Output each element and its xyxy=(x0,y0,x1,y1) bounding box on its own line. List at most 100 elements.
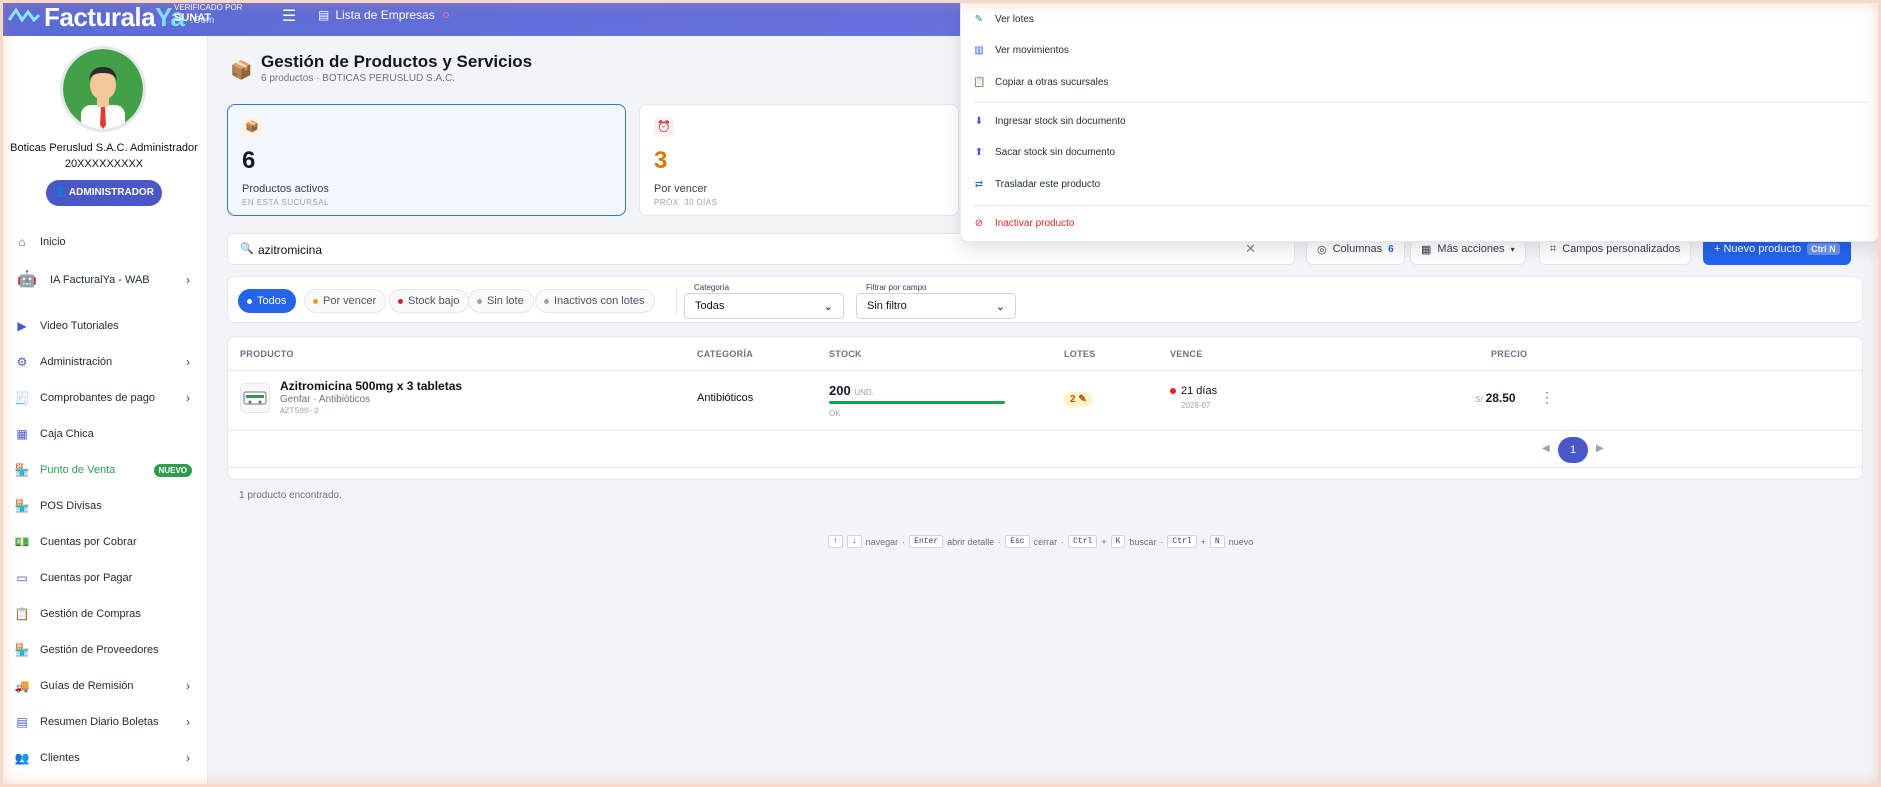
stat-card-active-products[interactable]: 📦 6 Productos activos EN ESTA SUCURSAL xyxy=(227,104,626,216)
menu-item-inactivar[interactable]: ⊘ Inactivar producto xyxy=(973,213,1075,233)
kbd-key: Esc xyxy=(1005,535,1030,548)
sidebar-item-inicio[interactable]: ⌂ Inicio xyxy=(0,224,207,260)
menu-item-label: Ver movimientos xyxy=(995,44,1069,56)
administrator-button[interactable]: 👤 ADMINISTRADOR xyxy=(46,180,162,206)
stat-sublabel: EN ESTA SUCURSAL xyxy=(242,198,329,207)
product-sku: AZT500-3 xyxy=(280,407,319,416)
administrator-label: ADMINISTRADOR xyxy=(68,187,154,198)
menu-item-copiar-sucursales[interactable]: 📋 Copiar a otras sucursales xyxy=(973,72,1108,92)
column-header-precio[interactable]: PRECIO xyxy=(1491,349,1527,359)
column-header-stock[interactable]: STOCK xyxy=(829,349,862,359)
sidebar-item-gestion-proveedores[interactable]: 🏪 Gestión de Proveedores xyxy=(0,632,207,668)
empresas-label: Lista de Empresas xyxy=(335,8,435,22)
sidebar-item-label: Cuentas por Cobrar xyxy=(40,536,137,548)
search-input[interactable] xyxy=(258,240,1238,260)
inbox-out-icon: ⬆ xyxy=(974,146,984,158)
logo-main: Facturala xyxy=(44,1,156,32)
row-actions-kebab-icon[interactable]: ⋮ xyxy=(1540,389,1554,406)
filter-chip-por-vencer[interactable]: Por vencer xyxy=(304,289,387,313)
shortcut-label: abrir detalle xyxy=(947,536,995,547)
empresas-link[interactable]: ▤ Lista de Empresas xyxy=(318,8,449,22)
pagination-next-icon[interactable]: ▶ xyxy=(1596,443,1604,454)
pagination-page[interactable]: 1 xyxy=(1558,437,1588,463)
users-icon: 👥 xyxy=(14,751,30,765)
pencil-icon: ✎ xyxy=(974,13,984,25)
filter-chip-sin-lote[interactable]: Sin lote xyxy=(468,289,534,313)
filter-chip-stock-bajo[interactable]: Stock bajo xyxy=(389,289,470,313)
sidebar-item-pos-divisas[interactable]: 🏪 POS Divisas xyxy=(0,488,207,524)
menu-item-ingresar-stock[interactable]: ⬇ Ingresar stock sin documento xyxy=(973,111,1126,131)
card-icon: ▭ xyxy=(16,571,28,585)
sidebar-item-video-tutoriales[interactable]: ▶ Video Tutoriales xyxy=(0,308,207,344)
pagination-prev-icon[interactable]: ◀ xyxy=(1542,443,1550,454)
avatar-illustration xyxy=(63,49,143,129)
page-title: Gestión de Productos y Servicios xyxy=(261,52,533,71)
robot-icon: 🤖 xyxy=(17,271,37,288)
stat-label: Productos activos xyxy=(242,183,329,195)
shortcut-label: cerrar xyxy=(1033,536,1058,547)
sidebar-item-clientes[interactable]: 👥 Clientes › xyxy=(0,740,207,776)
sidebar-item-caja-chica[interactable]: ▦ Caja Chica xyxy=(0,416,207,452)
lotes-badge[interactable]: 2 ✎ xyxy=(1064,392,1093,407)
clear-search-icon[interactable]: ✕ xyxy=(1245,241,1256,257)
video-icon: ▶ xyxy=(17,319,27,333)
sidebar-item-comprobantes[interactable]: 🧾 Comprobantes de pago › xyxy=(0,380,207,416)
chevron-right-icon: › xyxy=(186,751,190,765)
column-header-producto[interactable]: PRODUCTO xyxy=(240,349,294,359)
kbd-key: Ctrl xyxy=(1068,535,1098,548)
category-caption: Categoría xyxy=(694,283,730,292)
sidebar-item-administracion[interactable]: ⚙ Administración › xyxy=(0,344,207,380)
chevron-down-icon: ▾ xyxy=(1510,244,1515,254)
category-select[interactable]: Todas ⌄ xyxy=(684,293,844,319)
divider xyxy=(676,287,677,315)
stat-sublabel: PRÓX. 30 DÍAS xyxy=(654,198,718,207)
logo-wave-icon xyxy=(8,7,40,23)
hamburger-menu-icon[interactable]: ☰ xyxy=(280,8,298,26)
column-header-categoria[interactable]: CATEGORÍA xyxy=(697,349,753,359)
notification-dot xyxy=(442,12,449,18)
currency-symbol: S/ xyxy=(1475,395,1483,404)
products-table: PRODUCTO CATEGORÍA STOCK LOTES VENCE PRE… xyxy=(227,336,1863,480)
column-header-lotes[interactable]: LOTES xyxy=(1064,349,1096,359)
sidebar-item-gestion-compras[interactable]: 📋 Gestión de Compras xyxy=(0,596,207,632)
filter-chip-inactivos-lotes[interactable]: Inactivos con lotes xyxy=(535,289,655,313)
menu-item-ver-movimientos[interactable]: ▥ Ver movimientos xyxy=(973,40,1069,60)
expiry-date: 2026-07 xyxy=(1181,401,1211,410)
product-name[interactable]: Azitromicina 500mg x 3 tabletas xyxy=(280,379,462,393)
new-product-label: + Nuevo producto xyxy=(1714,243,1802,255)
shortcut-label: buscar xyxy=(1129,536,1157,547)
stat-card-expiring[interactable]: ⏰ 3 Por vencer PRÓX. 30 DÍAS xyxy=(639,104,959,216)
price-value: 28.50 xyxy=(1485,391,1516,405)
menu-item-trasladar[interactable]: ⇄ Trasladar este producto xyxy=(973,174,1100,194)
store-icon: 🏪 xyxy=(14,499,30,513)
sidebar-item-label: Administración xyxy=(40,356,113,368)
tag-icon: ⌗ xyxy=(1550,242,1557,255)
field-filter: Filtrar por campo Sin filtro ⌄ xyxy=(856,283,1016,319)
menu-item-ver-lotes[interactable]: ✎ Ver lotes xyxy=(973,9,1034,29)
new-product-shortcut: Ctrl N xyxy=(1807,243,1840,255)
chip-label: Inactivos con lotes xyxy=(554,295,645,307)
sidebar-item-label: Clientes xyxy=(40,752,80,764)
chip-label: Por vencer xyxy=(323,295,377,307)
field-select[interactable]: Sin filtro ⌄ xyxy=(856,293,1016,319)
avatar[interactable] xyxy=(60,46,146,132)
sidebar-item-punto-de-venta[interactable]: 🏪 Punto de Venta NUEVO xyxy=(0,452,207,488)
columns-count: 6 xyxy=(1388,243,1394,255)
filter-chip-todos[interactable]: Todos xyxy=(238,289,297,313)
sidebar-item-ia-facturalya[interactable]: 🤖 IA FacturalYa - WAB › xyxy=(0,260,207,300)
column-header-vence[interactable]: VENCE xyxy=(1170,349,1203,359)
chevron-right-icon: › xyxy=(186,679,190,693)
stat-value: 3 xyxy=(654,147,668,174)
sidebar-item-cuentas-cobrar[interactable]: 💵 Cuentas por Cobrar xyxy=(0,524,207,560)
table-row[interactable]: Azitromicina 500mg x 3 tabletas Genfar ·… xyxy=(228,370,1862,431)
sidebar-item-resumen-diario[interactable]: ▤ Resumen Diario Boletas › xyxy=(0,704,207,740)
search-icon: 🔍 xyxy=(240,243,254,255)
sidebar-item-cuentas-pagar[interactable]: ▭ Cuentas por Pagar xyxy=(0,560,207,596)
menu-item-label: Sacar stock sin documento xyxy=(995,146,1116,158)
custom-fields-label: Campos personalizados xyxy=(1562,243,1681,255)
sidebar-item-guias-remision[interactable]: 🚚 Guías de Remisión › xyxy=(0,668,207,704)
results-count: 1 producto encontrado. xyxy=(239,490,342,501)
stock-status: OK xyxy=(829,409,841,418)
home-icon: ⌂ xyxy=(18,235,26,249)
menu-item-sacar-stock[interactable]: ⬆ Sacar stock sin documento xyxy=(973,142,1115,162)
